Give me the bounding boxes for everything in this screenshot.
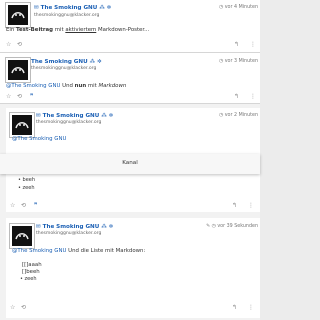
clock-icon: ◷ [219, 113, 224, 118]
post-text-bold: nun [74, 83, 87, 89]
list-item: • zeeh [20, 276, 37, 282]
comment-count-icon[interactable]: ❞ [30, 93, 33, 100]
post-text: mit [53, 27, 66, 33]
post-time[interactable]: ◷ vor 3 Minuten [219, 59, 258, 64]
more-icon[interactable]: ⋮ [250, 41, 256, 48]
share-icon[interactable]: ⟲ [21, 202, 26, 209]
comment-count-icon[interactable]: ❞ [34, 202, 37, 209]
post-body: @The Smoking GNU [12, 136, 66, 142]
share-icon[interactable]: ⟲ [21, 304, 26, 311]
author-name[interactable]: ✉ The Smoking GNU ⁂ ✲ [36, 113, 113, 119]
reply-icon[interactable]: ↰ [234, 93, 239, 100]
post-card: ✉ The Smoking GNU ⁂ ✲ thesmokinggnu@klac… [0, 0, 260, 52]
more-icon[interactable]: ⋮ [248, 304, 254, 311]
post-text: Und [60, 83, 75, 89]
post-time[interactable]: ✎ ◷ vor 39 Sekunden [206, 224, 258, 229]
post-text-bold: Test-Beitrag [16, 27, 54, 33]
post-time[interactable]: ◷ vor 2 Minuten [219, 113, 258, 118]
more-icon[interactable]: ⋮ [250, 93, 256, 100]
star-icon[interactable]: ☆ [10, 202, 15, 209]
toast-label: Kanal [122, 160, 138, 166]
avatar[interactable] [10, 113, 34, 137]
gnu-logo-icon [12, 115, 32, 135]
author-name-text[interactable]: The Smoking GNU [43, 224, 100, 230]
edit-icon: ✎ [206, 224, 211, 229]
reply-icon[interactable]: ↰ [232, 304, 237, 311]
post-text-italic: Markdown [98, 83, 127, 89]
author-handle: thesmokinggnu@klacker.org [34, 13, 100, 18]
clock-icon: ◷ [211, 224, 216, 229]
post-text: Und die Liste mit Markdown: [66, 248, 146, 254]
post-text: Ein [6, 27, 17, 33]
mention-link[interactable]: @The Smoking GNU [12, 136, 66, 142]
post-time-text: vor 4 Minuten [224, 5, 258, 10]
avatar[interactable] [10, 224, 34, 248]
author-name-text[interactable]: The Smoking GNU [43, 113, 100, 119]
post-time-text: vor 2 Minuten [224, 113, 258, 118]
post-body: @The Smoking GNU Und nun mit Markdown [6, 83, 126, 89]
post-text: mit [86, 83, 99, 89]
share-icon[interactable]: ⟲ [17, 41, 22, 48]
post-time[interactable]: ◷ vor 4 Minuten [219, 5, 258, 10]
list-item: • zeeh [18, 185, 35, 191]
reply-icon[interactable]: ↰ [234, 41, 239, 48]
author-name-text[interactable]: The Smoking GNU [31, 59, 88, 65]
post-line: []beeh [22, 269, 40, 275]
post-card: The Smoking GNU ⁂ ✲ thesmokinggnu@klacke… [0, 53, 260, 103]
group-icon: ⁂ ✲ [101, 224, 114, 230]
author-name[interactable]: The Smoking GNU ⁂ ✲ [31, 59, 102, 65]
gnu-logo-icon [8, 60, 28, 80]
list-item: • beeh [18, 177, 36, 183]
author-name[interactable]: ✉ The Smoking GNU ⁂ ✲ [36, 224, 113, 230]
clock-icon: ◷ [219, 59, 224, 64]
author-name-text[interactable]: The Smoking GNU [41, 5, 98, 11]
envelope-icon: ✉ [34, 5, 39, 11]
post-body: @The Smoking GNU Und die Liste mit Markd… [12, 248, 145, 254]
post-body: Ein Test-Beitrag mit aktiviertem Markdow… [6, 27, 149, 33]
mention-link[interactable]: @The Smoking GNU [6, 83, 60, 89]
group-icon: ⁂ ✲ [99, 5, 112, 11]
star-icon[interactable]: ☆ [6, 93, 11, 100]
mention-link[interactable]: @The Smoking GNU [12, 248, 66, 254]
more-icon[interactable]: ⋮ [248, 202, 254, 209]
envelope-icon: ✉ [36, 224, 41, 230]
avatar[interactable] [6, 3, 30, 27]
author-name[interactable]: ✉ The Smoking GNU ⁂ ✲ [34, 5, 111, 11]
gnu-logo-icon [12, 226, 32, 246]
post-text-underlined: aktiviertem [65, 27, 97, 33]
list-item-text: zeeh [22, 185, 35, 191]
group-icon: ⁂ ✲ [89, 59, 102, 65]
gnu-logo-icon [8, 5, 28, 25]
author-handle: thesmokinggnu@klacker.org [31, 66, 97, 71]
list-item-text: beeh [22, 177, 36, 183]
star-icon[interactable]: ☆ [6, 41, 11, 48]
clock-icon: ◷ [219, 5, 224, 10]
post-line: [[]aaah [22, 262, 42, 268]
author-handle: thesmokinggnu@klacker.org [36, 231, 102, 236]
star-icon[interactable]: ☆ [10, 304, 15, 311]
group-icon: ⁂ ✲ [101, 113, 114, 119]
channel-toast[interactable]: Kanal [0, 154, 260, 174]
avatar[interactable] [6, 58, 30, 82]
envelope-icon: ✉ [36, 113, 41, 119]
author-handle: thesmokinggnu@klacker.org [36, 120, 102, 125]
list-item-text: zeeh [24, 276, 37, 282]
share-icon[interactable]: ⟲ [17, 93, 22, 100]
post-text: Markdown-Poster... [96, 27, 150, 33]
reply-card: ✉ The Smoking GNU ⁂ ✲ thesmokinggnu@klac… [6, 218, 260, 318]
reply-icon[interactable]: ↰ [232, 202, 237, 209]
post-time-text: vor 39 Sekunden [217, 224, 258, 229]
post-time-text: vor 3 Minuten [224, 59, 258, 64]
